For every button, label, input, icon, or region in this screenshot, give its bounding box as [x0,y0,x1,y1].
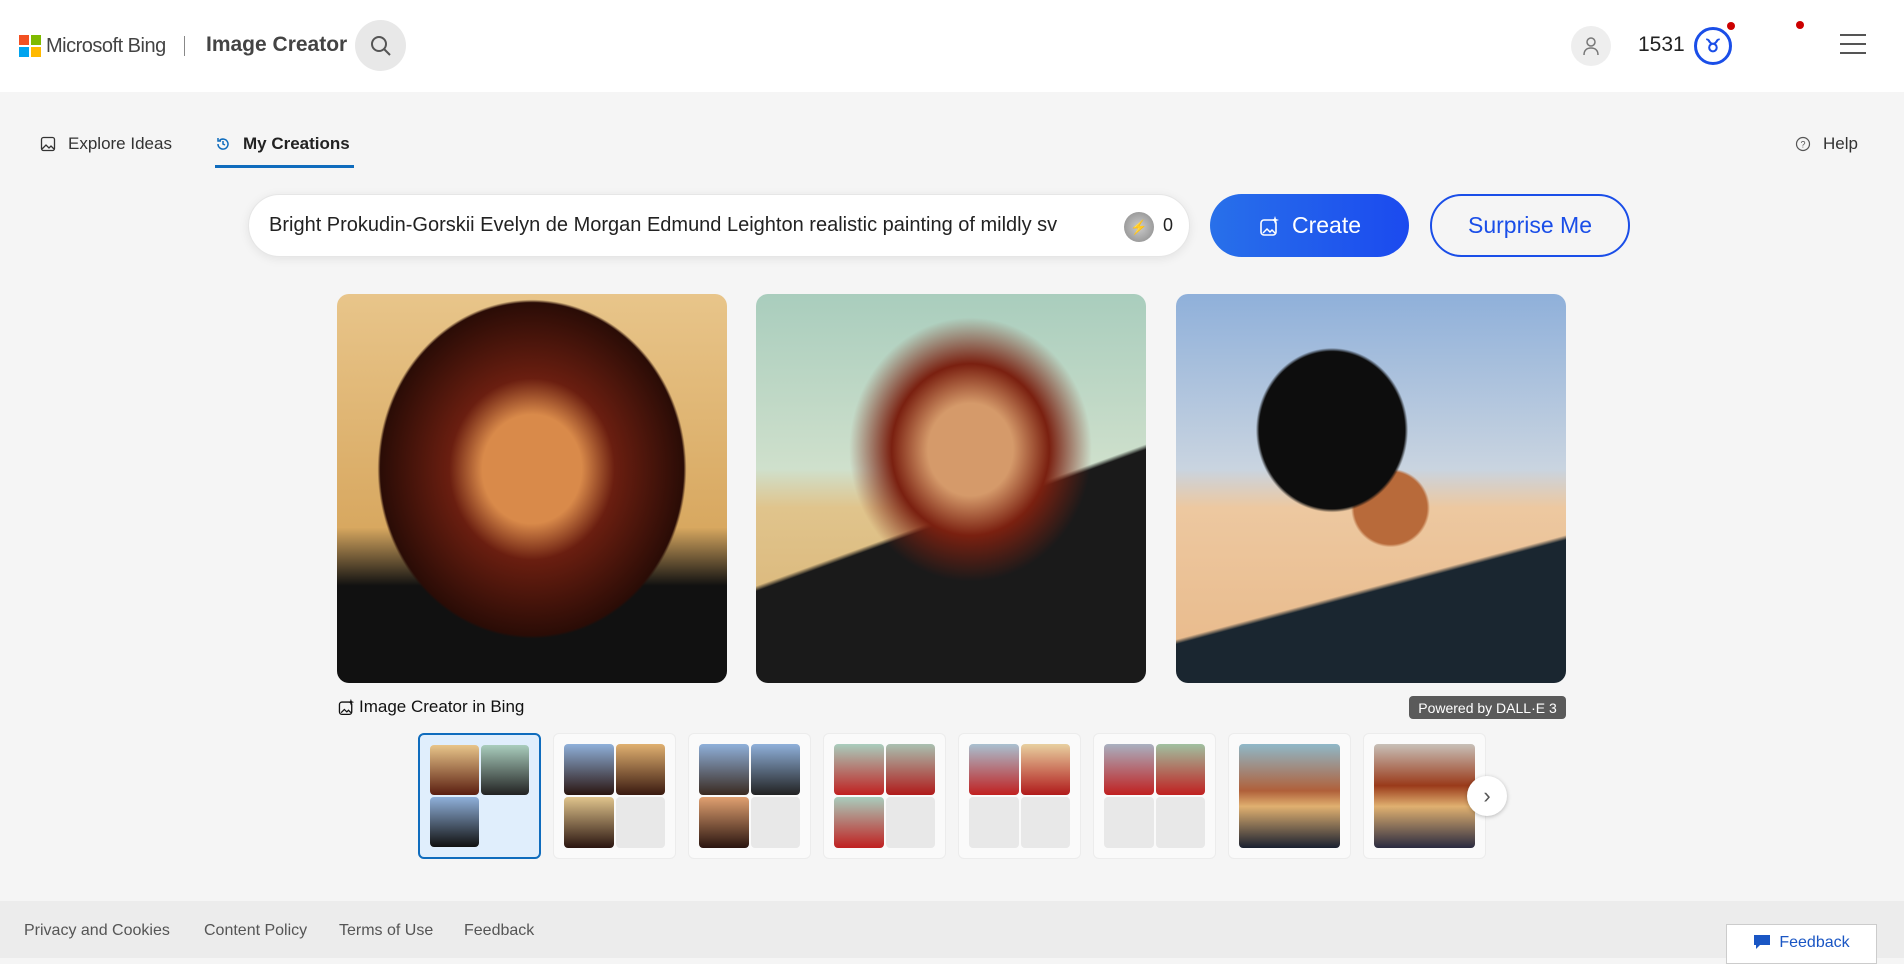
feedback-label: Feedback [1779,934,1850,951]
user-avatar[interactable] [1571,26,1611,66]
rewards-notification-dot [1727,22,1735,30]
search-icon [370,35,391,56]
help-link[interactable]: ? Help [1795,134,1858,154]
footer-link-content-policy[interactable]: Content Policy [204,922,307,940]
generated-image-3[interactable] [1176,294,1566,683]
help-label: Help [1823,134,1858,153]
create-label: Create [1291,212,1362,238]
creation-thumbnail[interactable] [1093,733,1216,859]
powered-by-badge: Powered by DALL·E 3 [1409,696,1566,719]
boost-count: 0 [1163,215,1174,235]
footer-link-privacy[interactable]: Privacy and Cookies [24,922,170,940]
sparkle-image-icon [1260,215,1279,236]
footer-link-terms[interactable]: Terms of Use [339,922,433,940]
help-icon: ? [1795,136,1811,152]
chevron-right-icon[interactable]: › [1467,776,1507,816]
prompt-box: ⚡ 0 [248,194,1190,257]
creation-thumbnail[interactable] [958,733,1081,859]
footer-link-feedback[interactable]: Feedback [464,922,534,940]
boost-coin-icon[interactable]: ⚡ [1124,212,1154,242]
tab-my-creations[interactable]: My Creations [215,134,350,154]
rewards-trophy-icon[interactable]: ♉︎ [1694,27,1732,65]
search-button[interactable] [355,20,406,71]
generated-image-1[interactable] [337,294,727,683]
sparkle-image-icon [338,698,355,716]
surprise-me-button[interactable]: Surprise Me [1430,194,1630,257]
generated-image-2[interactable] [756,294,1146,683]
active-tab-underline [215,165,354,168]
creation-thumbnail[interactable] [688,733,811,859]
creation-thumbnail[interactable] [553,733,676,859]
create-button[interactable]: Create [1210,194,1409,257]
image-icon [40,136,56,152]
svg-text:?: ? [1800,140,1805,150]
creation-thumbnail[interactable] [1228,733,1351,859]
tab-label: Explore Ideas [68,134,172,153]
brand-name[interactable]: Microsoft Bing [46,35,166,58]
feedback-button[interactable]: Feedback [1726,924,1877,964]
notification-dot [1796,21,1804,29]
history-icon [217,138,229,150]
creation-thumbnail[interactable] [823,733,946,859]
user-icon [1583,37,1599,56]
rewards-points[interactable]: 1531 [1638,33,1685,57]
image-creator-caption: Image Creator in Bing [337,697,524,717]
app-title[interactable]: Image Creator [206,33,347,57]
caption-text: Image Creator in Bing [359,697,525,716]
hamburger-menu-icon[interactable] [1840,34,1866,54]
prompt-input[interactable] [269,195,1109,256]
creation-thumbnail[interactable] [418,733,541,859]
tab-label: My Creations [243,134,350,153]
divider [184,36,185,56]
tab-explore-ideas[interactable]: Explore Ideas [40,134,172,154]
top-header: Microsoft Bing Image Creator 1531 ♉︎ [0,0,1904,92]
microsoft-logo-icon[interactable] [19,35,41,57]
chat-icon [1754,935,1771,949]
